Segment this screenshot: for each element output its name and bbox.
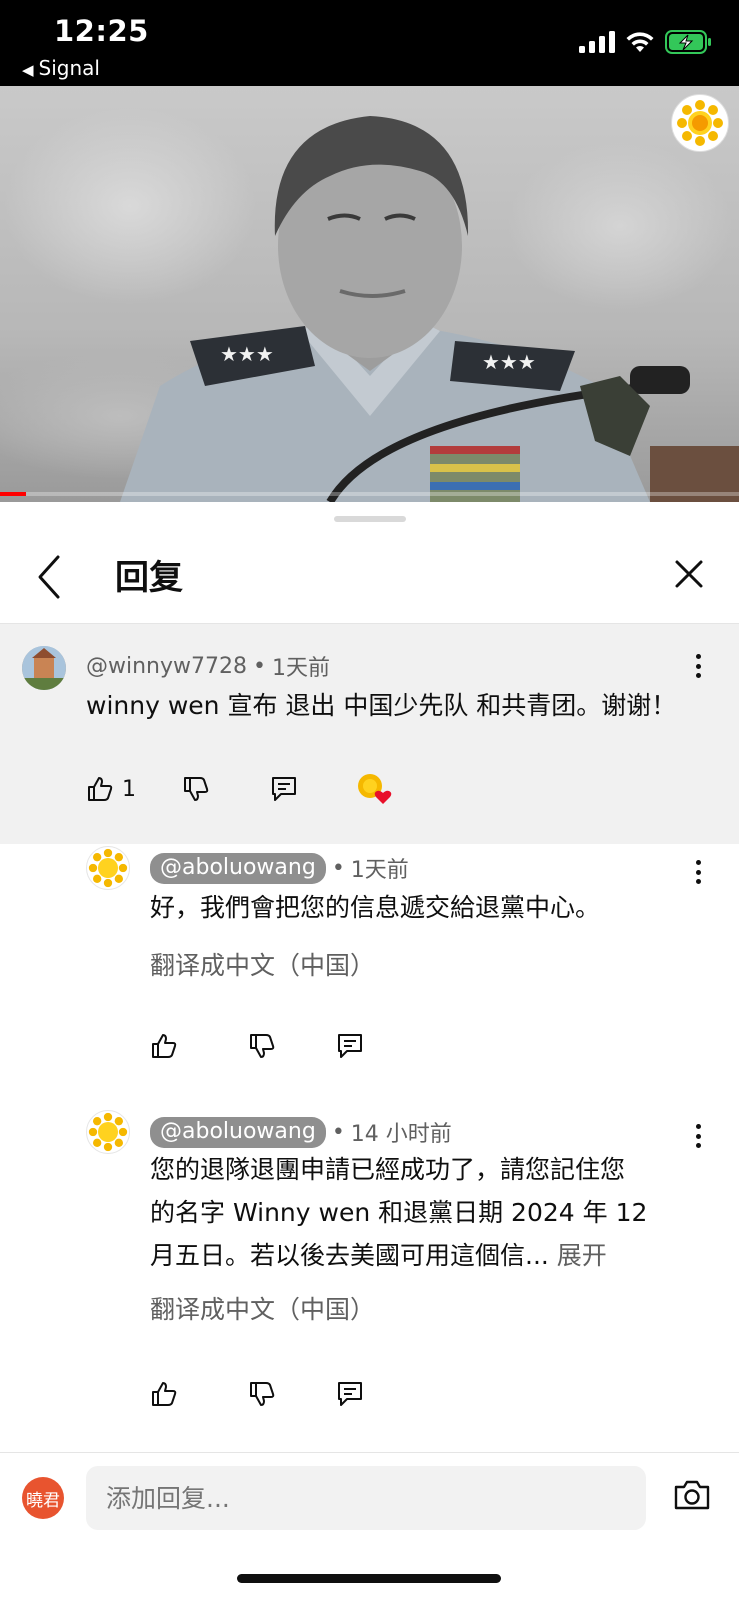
reply-text: 好，我們會把您的信息遞交給退黨中心。: [150, 893, 601, 922]
status-time: 12:25: [54, 14, 149, 48]
like-button[interactable]: [150, 1380, 178, 1408]
thumbs-down-icon: [184, 777, 209, 801]
comment-icon: [338, 1034, 362, 1058]
video-progress-fill: [0, 492, 26, 496]
like-button[interactable]: 1: [86, 775, 136, 803]
reply-actions: [150, 1380, 364, 1408]
more-options-icon[interactable]: [693, 654, 703, 678]
commenter-avatar[interactable]: [22, 646, 66, 690]
dislike-button[interactable]: [248, 1032, 276, 1060]
comment-actions: 1: [86, 772, 394, 806]
sunflower-logo-icon: [677, 100, 723, 146]
comment-icon: [272, 777, 296, 801]
sheet-drag-handle[interactable]: [334, 516, 406, 522]
home-indicator[interactable]: [237, 1574, 501, 1583]
back-triangle-icon: ◀: [22, 61, 34, 79]
translate-link[interactable]: 翻译成中文（中国）: [150, 946, 375, 982]
parent-comment: @winnyw7728 • 1天前 winny wen 宣布 退出 中国少先队 …: [0, 624, 739, 844]
reply-item: @aboluowang • 14 小时前 您的退隊退團申請已經成功了，請您記住您…: [0, 1110, 739, 1410]
channel-logo[interactable]: [671, 94, 729, 152]
svg-text:★★★: ★★★: [220, 342, 274, 366]
expand-link[interactable]: 展开: [557, 1241, 607, 1270]
thumbs-up-icon: [152, 1034, 177, 1058]
translate-link[interactable]: 翻译成中文（中国）: [150, 1290, 375, 1326]
reply-text: 您的退隊退團申請已經成功了，請您記住您 的名字 Winny wen 和退黨日期 …: [150, 1148, 695, 1277]
replier-avatar[interactable]: [86, 846, 130, 890]
like-button[interactable]: [150, 1032, 178, 1060]
meta-separator: •: [253, 653, 266, 679]
commenter-handle[interactable]: @winnyw7728: [86, 654, 247, 679]
battery-charging-icon: [665, 30, 711, 54]
comment-icon: [338, 1382, 362, 1406]
replies-sheet: 回复 @winnyw7728 • 1天前 winny wen 宣布 退出 中国少…: [0, 502, 739, 1600]
thumbs-down-icon: [250, 1034, 275, 1058]
chevron-left-icon: [38, 555, 60, 599]
signal-bars-icon: [579, 31, 615, 53]
creator-heart: [356, 772, 394, 806]
dislike-button[interactable]: [248, 1380, 276, 1408]
reply-text-line: 的名字 Winny wen 和退黨日期 2024 年 12: [150, 1198, 648, 1227]
replier-handle-chip[interactable]: @aboluowang: [150, 1116, 326, 1148]
sheet-header: 回复: [0, 532, 739, 624]
reply-meta: @aboluowang • 1天前: [150, 852, 409, 884]
comment-meta: @winnyw7728 • 1天前: [86, 650, 330, 682]
comment-text: winny wen 宣布 退出 中国少先队 和共青团。谢谢！: [86, 691, 677, 720]
thumbs-up-icon: [152, 1382, 177, 1406]
creator-heart-icon: [358, 774, 392, 804]
camera-button[interactable]: [673, 1479, 711, 1515]
wifi-icon: [626, 32, 654, 52]
add-reply-input[interactable]: [86, 1466, 646, 1530]
close-icon: [675, 560, 703, 588]
more-options-icon[interactable]: [693, 860, 703, 884]
status-bar: 12:25 ◀ Signal: [0, 0, 739, 86]
reply-text-truncated: 月五日。若以後去美國可用這個信...: [150, 1241, 549, 1270]
reply-button[interactable]: [270, 775, 298, 803]
video-progress-bar[interactable]: [0, 492, 739, 496]
dislike-button[interactable]: [182, 775, 210, 803]
sunflower-logo-icon: [88, 1112, 128, 1152]
reply-button[interactable]: [336, 1032, 364, 1060]
reply-item: @aboluowang • 1天前 好，我們會把您的信息遞交給退黨中心。 翻译成…: [0, 846, 739, 1096]
replier-handle-chip[interactable]: @aboluowang: [150, 852, 326, 884]
camera-icon: [674, 1480, 710, 1510]
sunflower-logo-icon: [88, 848, 128, 888]
replier-avatar[interactable]: [86, 1110, 130, 1154]
status-icons: [579, 30, 713, 54]
video-player[interactable]: ★★★ ★★★: [0, 86, 739, 502]
close-button[interactable]: [669, 554, 709, 594]
svg-text:★★★: ★★★: [482, 350, 536, 374]
castle-avatar-icon: [22, 646, 66, 690]
back-to-app-link[interactable]: ◀ Signal: [22, 56, 100, 80]
more-options-icon[interactable]: [693, 1124, 703, 1148]
reply-button[interactable]: [336, 1380, 364, 1408]
video-frame-image: ★★★ ★★★: [120, 116, 739, 502]
my-avatar[interactable]: 曉君: [22, 1477, 64, 1519]
reply-time: 1天前: [350, 858, 409, 883]
back-app-label: Signal: [38, 56, 100, 80]
reply-time: 14 小时前: [350, 1122, 452, 1147]
back-button[interactable]: [30, 552, 70, 602]
reply-text-line: 您的退隊退團申請已經成功了，請您記住您: [150, 1155, 626, 1184]
meta-separator: •: [331, 1119, 345, 1145]
reply-text-line: 月五日。若以後去美國可用這個信... 展开: [150, 1234, 695, 1277]
meta-separator: •: [331, 855, 345, 881]
comment-time: 1天前: [271, 656, 330, 681]
thumbs-down-icon: [250, 1382, 275, 1406]
reply-meta: @aboluowang • 14 小时前: [150, 1116, 452, 1148]
reply-actions: [150, 1032, 364, 1060]
like-count: 1: [122, 776, 136, 802]
sheet-title: 回复: [115, 558, 183, 598]
thumbs-up-icon: [88, 777, 113, 801]
